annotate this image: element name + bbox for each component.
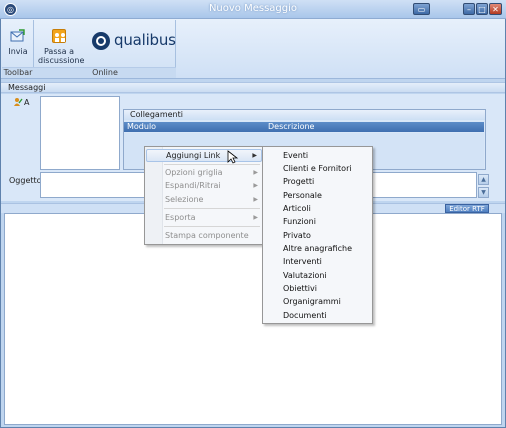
group-label-toolbar: Toolbar bbox=[2, 67, 34, 78]
submenu-item-funzioni[interactable]: Funzioni bbox=[264, 215, 371, 228]
submenu-arrow-icon: ▶ bbox=[253, 169, 258, 176]
menu-separator bbox=[164, 164, 260, 165]
menu-item-label: Stampa componente bbox=[165, 231, 249, 240]
window-title: Nuovo Messaggio bbox=[208, 3, 298, 14]
submenu-item-personale[interactable]: Personale bbox=[264, 189, 371, 202]
column-header-modulo[interactable]: Modulo bbox=[127, 122, 156, 131]
scroll-up-icon[interactable]: ▲ bbox=[478, 174, 489, 185]
column-header-descrizione[interactable]: Descrizione bbox=[268, 122, 314, 131]
messaggi-label: Messaggi bbox=[8, 83, 46, 92]
submenu-arrow-icon: ▶ bbox=[253, 214, 258, 221]
collegamenti-title: Collegamenti bbox=[124, 110, 485, 120]
submenu-item-eventi[interactable]: Eventi bbox=[264, 149, 371, 162]
menu-item-label: Esporta bbox=[165, 213, 196, 222]
submenu-item-progetti[interactable]: Progetti bbox=[264, 175, 371, 188]
recipient-icon[interactable] bbox=[13, 97, 23, 107]
send-icon[interactable] bbox=[10, 29, 25, 44]
submenu-item-clienti-fornitori[interactable]: Clienti e Fornitori bbox=[264, 162, 371, 175]
menu-item-label: Selezione bbox=[165, 195, 204, 204]
qualibus-logo-text: qualibus bbox=[114, 31, 176, 49]
menu-separator bbox=[164, 226, 260, 227]
submenu-arrow-icon: ▶ bbox=[253, 196, 258, 203]
submenu-item-interventi[interactable]: Interventi bbox=[264, 255, 371, 268]
submenu-item-articoli[interactable]: Articoli bbox=[264, 202, 371, 215]
minimize-button[interactable]: – bbox=[463, 3, 475, 15]
submenu-item-privato[interactable]: Privato bbox=[264, 229, 371, 242]
taskbar-button[interactable]: ▭ bbox=[413, 3, 430, 15]
close-button[interactable]: ✕ bbox=[489, 3, 502, 15]
group-label-online: Online bbox=[34, 67, 176, 78]
menu-item-selezione[interactable]: Selezione ▶ bbox=[146, 194, 262, 206]
send-button[interactable]: Invia bbox=[4, 47, 32, 56]
pass-to-discussion-button[interactable]: Passa a discussione bbox=[38, 47, 84, 65]
oggetto-label: Oggetto: bbox=[9, 176, 45, 185]
menu-item-esporta[interactable]: Esporta ▶ bbox=[146, 212, 262, 224]
submenu-arrow-icon: ▶ bbox=[253, 182, 258, 189]
maximize-button[interactable]: □ bbox=[476, 3, 488, 15]
submenu-arrow-icon: ▶ bbox=[252, 152, 257, 159]
menu-item-aggiungi-link[interactable]: Aggiungi Link ▶ bbox=[146, 149, 262, 162]
mouse-cursor-icon bbox=[227, 150, 239, 164]
submenu-item-altre-anagrafiche[interactable]: Altre anagrafiche bbox=[264, 242, 371, 255]
scroll-down-icon[interactable]: ▼ bbox=[478, 187, 489, 198]
editor-rtf-button[interactable]: Editor RTF bbox=[445, 204, 489, 213]
submenu-item-organigrammi[interactable]: Organigrammi bbox=[264, 295, 371, 308]
submenu-item-valutazioni[interactable]: Valutazioni bbox=[264, 269, 371, 282]
recipient-label: A bbox=[24, 98, 30, 107]
menu-item-label: Espandi/Ritrai bbox=[165, 181, 221, 190]
discussion-icon[interactable] bbox=[52, 29, 66, 43]
menu-item-label: Aggiungi Link bbox=[166, 151, 221, 160]
submenu-item-documenti[interactable]: Documenti bbox=[264, 309, 371, 322]
qualibus-logo-icon bbox=[92, 32, 110, 50]
menu-item-label: Opzioni griglia bbox=[165, 168, 223, 177]
messaggi-strip bbox=[1, 82, 505, 93]
menu-item-espandi-ritrai[interactable]: Espandi/Ritrai ▶ bbox=[146, 180, 262, 192]
menu-separator bbox=[164, 208, 260, 209]
recipient-list[interactable] bbox=[40, 96, 120, 170]
menu-item-stampa-componente[interactable]: Stampa componente bbox=[146, 230, 262, 242]
menu-item-opzioni-griglia[interactable]: Opzioni griglia ▶ bbox=[146, 167, 262, 179]
submenu-item-obiettivi[interactable]: Obiettivi bbox=[264, 282, 371, 295]
